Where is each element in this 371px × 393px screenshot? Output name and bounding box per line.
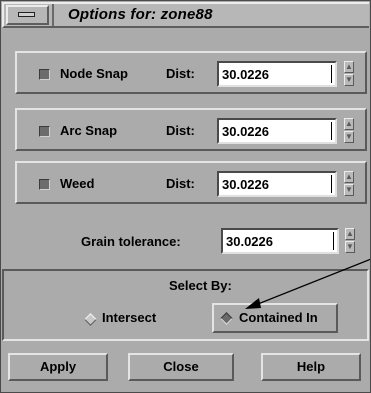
- annotation-arrow-head: [245, 298, 261, 309]
- options-dialog: Options for: zone88 Node Snap Dist: 30.0…: [0, 0, 371, 393]
- annotation-arrow-line: [252, 258, 370, 307]
- annotation-arrow-icon: [245, 258, 370, 309]
